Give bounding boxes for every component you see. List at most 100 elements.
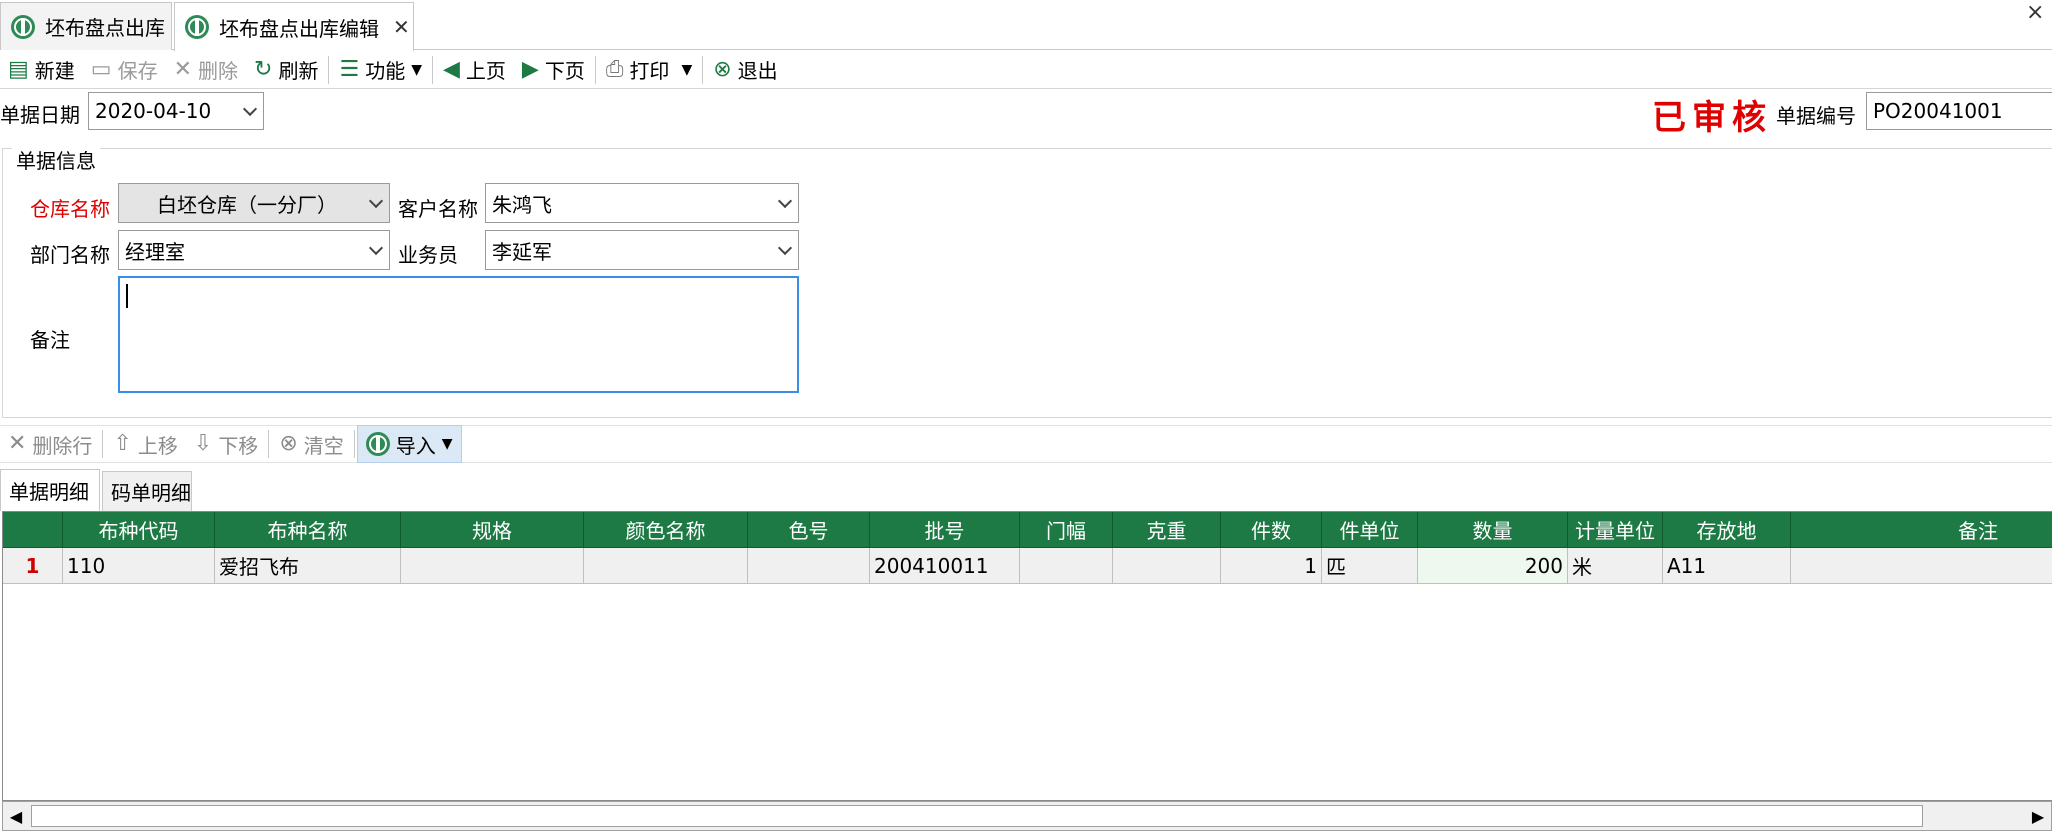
dropdown-caret-icon: ▼ xyxy=(441,436,453,452)
customer-label: 客户名称 xyxy=(398,197,478,221)
column-header-quantity[interactable]: 数量 xyxy=(1418,512,1568,548)
toolbar-separator xyxy=(431,55,433,84)
clear-button[interactable]: ⊗ 清空 xyxy=(271,426,351,462)
new-button[interactable]: ▤ 新建 xyxy=(0,52,83,88)
cell-location[interactable]: A11 xyxy=(1663,548,1791,584)
salesman-value: 李延军 xyxy=(492,239,552,264)
import-label: 导入 xyxy=(395,433,436,458)
exit-button-label: 退出 xyxy=(737,59,778,83)
column-header-fabric-code[interactable]: 布种代码 xyxy=(63,512,215,548)
tab-code-list-detail[interactable]: 码单明细 xyxy=(102,471,192,511)
cell-fabric-name[interactable]: 爱招飞布 xyxy=(215,548,401,584)
column-header-batch-no[interactable]: 批号 xyxy=(870,512,1020,548)
department-value: 经理室 xyxy=(125,239,185,264)
delete-row-button[interactable]: ✕ 删除行 xyxy=(0,426,100,462)
column-header-remark[interactable]: 备注 xyxy=(1791,512,2052,548)
tab-document-detail[interactable]: 单据明细 xyxy=(0,469,100,511)
tab-close-icon[interactable]: ✕ xyxy=(393,15,410,39)
chevron-down-icon xyxy=(369,196,383,210)
cell-pieces[interactable]: 1 xyxy=(1221,548,1322,584)
delete-x-icon: ✕ xyxy=(173,56,193,82)
function-menu-button[interactable]: ☰ 功能 ▼ xyxy=(331,52,430,88)
column-header-measure-unit[interactable]: 计量单位 xyxy=(1568,512,1663,548)
horizontal-scrollbar[interactable]: ◀ ▶ xyxy=(2,801,2052,831)
cell-color-no[interactable] xyxy=(748,548,870,584)
cell-quantity[interactable]: 200 xyxy=(1418,548,1568,584)
remark-label: 备注 xyxy=(30,328,70,352)
column-header-width[interactable]: 门幅 xyxy=(1020,512,1113,548)
column-header-piece-unit[interactable]: 件单位 xyxy=(1322,512,1418,548)
refresh-button[interactable]: ↻ 刷新 xyxy=(246,52,326,88)
cell-piece-unit[interactable]: 匹 xyxy=(1322,548,1418,584)
cell-spec[interactable] xyxy=(401,548,584,584)
triangle-left-icon: ◀ xyxy=(442,56,460,82)
column-header-fabric-name[interactable]: 布种名称 xyxy=(215,512,401,548)
globe-icon xyxy=(365,432,390,456)
tab-stock-out-edit[interactable]: 坯布盘点出库编辑 ✕ xyxy=(174,2,414,51)
warehouse-select[interactable]: 白坯仓库（一分厂） xyxy=(118,183,390,223)
date-picker[interactable]: 2020-04-10 xyxy=(88,92,264,130)
date-value: 2020-04-10 xyxy=(95,99,212,123)
remark-textarea[interactable] xyxy=(118,276,799,393)
toolbar-separator xyxy=(594,55,596,84)
column-header-rownum xyxy=(3,512,63,548)
delete-button[interactable]: ✕ 删除 xyxy=(166,52,246,88)
save-button-label: 保存 xyxy=(117,59,158,83)
cell-fabric-code[interactable]: 110 xyxy=(63,548,215,584)
print-button[interactable]: ⎙ 打印 ▼ xyxy=(598,52,700,88)
toolbar-separator xyxy=(353,430,355,458)
triangle-right-icon: ▶ xyxy=(521,56,539,82)
department-select[interactable]: 经理室 xyxy=(118,230,390,270)
cell-weight[interactable] xyxy=(1113,548,1221,584)
text-cursor xyxy=(126,284,128,308)
document-number-field[interactable]: PO20041001 xyxy=(1866,92,2052,130)
exit-circle-x-icon: ⊗ xyxy=(713,56,732,82)
save-button[interactable]: ▭ 保存 xyxy=(83,52,166,88)
tab-label: 坯布盘点出库编辑 xyxy=(219,16,379,41)
next-page-button[interactable]: ▶ 下页 xyxy=(514,52,593,88)
salesman-label: 业务员 xyxy=(398,243,458,267)
tab-stock-out-list[interactable]: 坯布盘点出库 xyxy=(0,2,172,50)
import-menu-button[interactable]: 导入 ▼ xyxy=(356,425,462,463)
exit-button[interactable]: ⊗ 退出 xyxy=(705,52,785,88)
tab-label: 单据明细 xyxy=(9,480,89,504)
customer-value: 朱鸿飞 xyxy=(492,192,552,217)
group-title: 单据信息 xyxy=(12,145,100,174)
column-header-color-no[interactable]: 色号 xyxy=(748,512,870,548)
globe-icon xyxy=(185,15,209,39)
scroll-right-arrow-icon[interactable]: ▶ xyxy=(2025,802,2051,830)
move-down-button[interactable]: ⇩ 下移 xyxy=(186,426,266,462)
toolbar-separator xyxy=(102,430,104,458)
window-close-icon[interactable]: × xyxy=(2026,0,2050,28)
dropdown-caret-icon[interactable]: ▼ xyxy=(681,62,692,78)
refresh-icon: ↻ xyxy=(254,56,273,82)
cell-batch-no[interactable]: 200410011 xyxy=(870,548,1020,584)
column-header-spec[interactable]: 规格 xyxy=(401,512,584,548)
cell-measure-unit[interactable]: 米 xyxy=(1568,548,1663,584)
column-header-location[interactable]: 存放地 xyxy=(1663,512,1791,548)
delete-x-icon: ✕ xyxy=(8,431,27,456)
delete-row-label: 删除行 xyxy=(32,433,93,458)
clear-circle-x-icon: ⊗ xyxy=(279,431,298,456)
prev-page-button[interactable]: ◀ 上页 xyxy=(435,52,514,88)
table-row[interactable]: 1 110 爱招飞布 200410011 1 匹 200 米 A11 xyxy=(3,548,2052,584)
prev-page-label: 上页 xyxy=(465,59,506,83)
new-document-icon: ▤ xyxy=(8,56,29,82)
scroll-left-arrow-icon[interactable]: ◀ xyxy=(3,802,29,830)
column-header-pieces[interactable]: 件数 xyxy=(1221,512,1322,548)
scrollbar-thumb[interactable] xyxy=(31,805,1923,827)
department-label: 部门名称 xyxy=(30,243,110,267)
cell-width[interactable] xyxy=(1020,548,1113,584)
salesman-select[interactable]: 李延军 xyxy=(485,230,799,270)
toolbar-separator xyxy=(702,55,704,84)
tab-label: 坯布盘点出库 xyxy=(45,16,165,40)
column-header-color-name[interactable]: 颜色名称 xyxy=(584,512,748,548)
cell-color-name[interactable] xyxy=(584,548,748,584)
column-header-weight[interactable]: 克重 xyxy=(1113,512,1221,548)
move-up-button[interactable]: ⇧ 上移 xyxy=(105,426,185,462)
customer-select[interactable]: 朱鸿飞 xyxy=(485,183,799,223)
chevron-down-icon xyxy=(243,104,257,118)
approval-status-stamp: 已审核 xyxy=(1652,98,1772,138)
cell-remark[interactable] xyxy=(1791,548,2052,584)
clear-label: 清空 xyxy=(303,433,344,458)
